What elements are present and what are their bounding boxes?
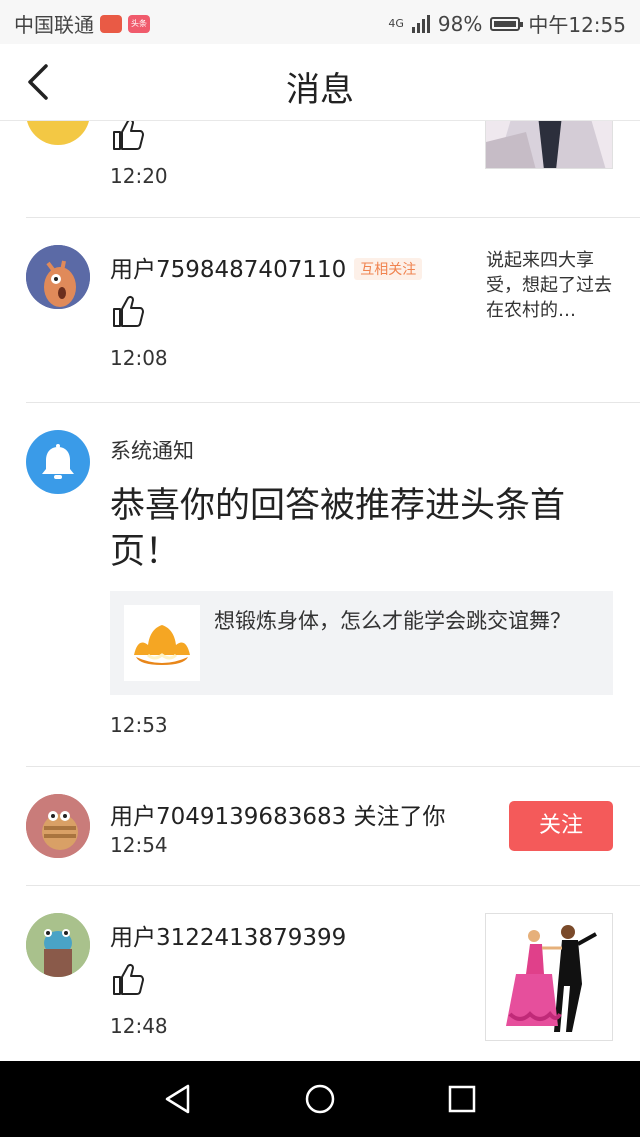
photo-image — [486, 121, 612, 168]
home-circle-icon[interactable] — [302, 1081, 338, 1117]
post-thumbnail[interactable] — [485, 913, 613, 1041]
avatar[interactable] — [26, 794, 90, 858]
message-time: 12:20 — [110, 164, 168, 188]
avatar-image — [26, 913, 90, 977]
battery-percent: 98% — [437, 11, 483, 36]
quoted-question-text: 想锻炼身体，怎么才能学会跳交谊舞？ — [214, 609, 571, 633]
avatar-image — [26, 245, 90, 309]
crown-logo-icon — [134, 625, 190, 665]
toutiao-notification-icon: 头条 — [128, 14, 150, 33]
app-notification-icon — [100, 14, 122, 33]
signal-icon — [411, 14, 430, 33]
user-name-text: 用户7598487407110 — [110, 257, 347, 283]
user-name-text: 用户7049139683683 — [110, 804, 347, 830]
back-triangle-icon[interactable] — [160, 1081, 196, 1117]
page-title: 消息 — [286, 70, 354, 110]
avatar-image — [26, 794, 90, 858]
user-name[interactable]: 用户7598487407110 互相关注 — [110, 250, 423, 284]
user-name[interactable]: 用户3122413879399 — [110, 918, 346, 952]
system-notification-label: 系统通知 — [110, 439, 194, 463]
mutual-follow-badge: 互相关注 — [354, 257, 423, 280]
avatar[interactable] — [26, 245, 90, 309]
follow-button[interactable]: 关注 — [509, 801, 613, 851]
battery-icon — [490, 16, 524, 31]
bell-icon — [42, 444, 74, 479]
message-time: 12:08 — [110, 346, 168, 370]
status-bar: 中国联通 头条 4G 98% 中午12:55 — [0, 0, 640, 44]
network-type: 4G — [388, 16, 404, 30]
top-nav-bar: 消息 — [0, 44, 640, 121]
message-time: 12:48 — [110, 1014, 168, 1038]
list-item[interactable]: 12:20 — [0, 121, 640, 217]
message-list[interactable]: 12:20 用户7598487407110 互相关注 12:08 说起来四大享受… — [0, 121, 640, 1061]
thumbs-up-icon — [113, 963, 144, 995]
carrier-label: 中国联通 — [14, 13, 94, 37]
thumbs-up-icon — [113, 121, 144, 150]
thumbs-up-icon — [113, 295, 144, 327]
clock: 中午12:55 — [528, 13, 626, 37]
question-thumbnail — [124, 605, 200, 681]
post-snippet[interactable]: 说起来四大享受，想起了过去在农村的… — [486, 248, 616, 323]
system-notification-message: 恭喜你的回答被推荐进头条首页！ — [110, 486, 566, 572]
post-thumbnail[interactable] — [485, 121, 613, 169]
system-nav-bar — [0, 1061, 640, 1137]
list-item[interactable]: 用户7049139683683 关注了你 12:54 关注 — [0, 767, 640, 885]
message-time: 12:54 — [110, 833, 168, 857]
system-notification-avatar — [26, 430, 90, 494]
follow-action-text: 关注了你 — [353, 804, 446, 830]
avatar[interactable] — [26, 913, 90, 977]
avatar[interactable] — [26, 121, 90, 145]
list-item[interactable]: 用户7598487407110 互相关注 12:08 说起来四大享受，想起了过去在… — [0, 218, 640, 402]
list-item[interactable]: 用户3122413879399 12:48 — [0, 886, 640, 1061]
quoted-question-card[interactable]: 想锻炼身体，怎么才能学会跳交谊舞？ — [110, 591, 613, 695]
follow-text[interactable]: 用户7049139683683 关注了你 — [110, 797, 446, 831]
message-time: 12:53 — [110, 713, 168, 737]
recents-square-icon[interactable] — [444, 1081, 480, 1117]
system-notification-item[interactable]: 系统通知 恭喜你的回答被推荐进头条首页！ 想锻炼身体，怎么才能学会跳交谊舞？ 1… — [0, 403, 640, 766]
dancing-couple-image — [486, 914, 612, 1040]
